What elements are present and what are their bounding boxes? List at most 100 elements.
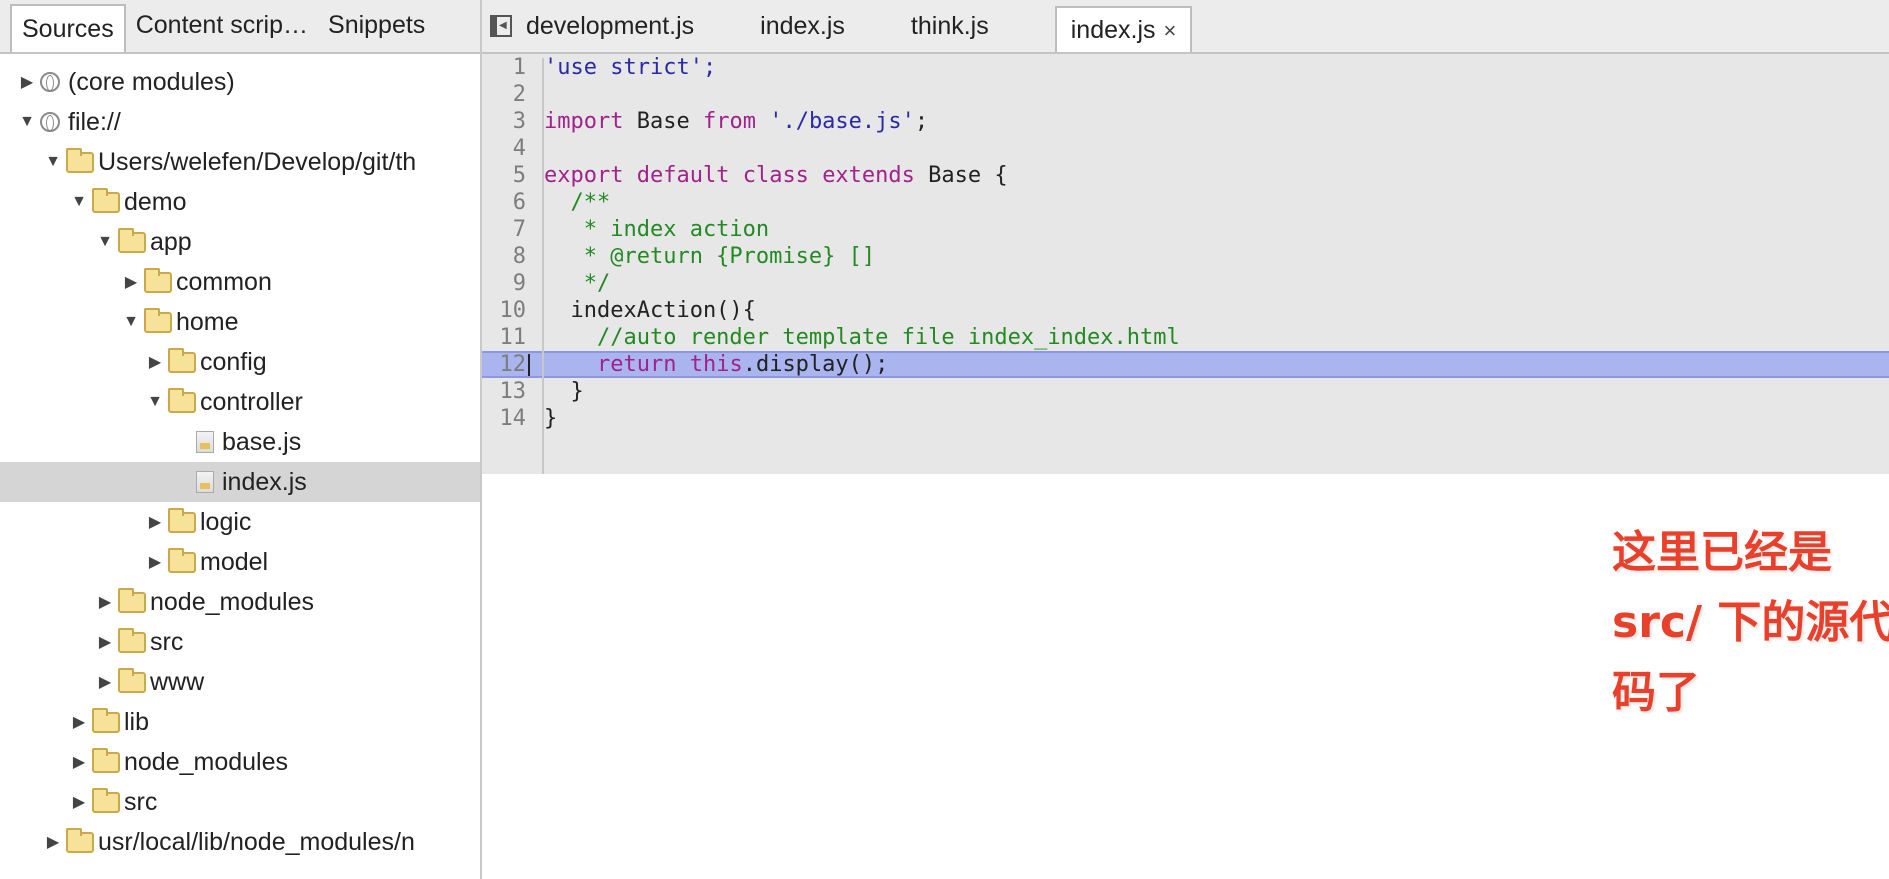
tree-item-label: node_modules <box>124 747 289 776</box>
tree-item-usr-local[interactable]: ▶ usr/local/lib/node_modules/n <box>0 822 480 862</box>
tree-item-src-root[interactable]: ▶ src <box>0 782 480 822</box>
folder-icon <box>168 547 196 573</box>
tab-sources[interactable]: Sources <box>10 4 126 52</box>
collapse-triangle-icon[interactable]: ▼ <box>70 193 88 211</box>
tree-item-common[interactable]: ▶ common <box>0 262 480 302</box>
line-number: 9 <box>512 271 526 296</box>
expand-triangle-icon[interactable]: ▶ <box>70 752 88 772</box>
tree-item-lib[interactable]: ▶ lib <box>0 702 480 742</box>
collapse-triangle-icon[interactable]: ▼ <box>122 313 140 331</box>
annotation-text: 这里已经是 src/ 下的源代 码了 <box>1612 518 1889 728</box>
tree-item-label: file:// <box>68 107 121 136</box>
code-text: return this.display(); <box>596 352 889 377</box>
expand-triangle-icon[interactable]: ▶ <box>70 792 88 812</box>
tab-think-js[interactable]: think.js <box>911 12 1015 41</box>
tree-item-base-js[interactable]: base.js <box>0 422 480 462</box>
code-text: */ <box>544 271 611 296</box>
expand-triangle-icon[interactable]: ▶ <box>96 632 114 652</box>
tree-item-file-root[interactable]: ▼ file:// <box>0 102 480 142</box>
tree-item-users-folder[interactable]: ▼ Users/welefen/Develop/git/th <box>0 142 480 182</box>
tree-item-core-modules[interactable]: ▶ (core modules) <box>0 62 480 102</box>
tree-item-label: base.js <box>222 427 302 456</box>
collapse-triangle-icon[interactable]: ▼ <box>96 233 114 251</box>
expand-triangle-icon[interactable]: ▶ <box>146 552 164 572</box>
expand-triangle-icon[interactable]: ▶ <box>96 672 114 692</box>
folder-icon <box>118 627 146 653</box>
collapse-triangle-icon[interactable]: ▼ <box>18 113 36 131</box>
code-text: 'use strict'; <box>544 55 717 80</box>
line-number: 7 <box>512 217 526 242</box>
expand-triangle-icon[interactable]: ▶ <box>122 272 140 292</box>
collapse-triangle-icon[interactable]: ▼ <box>44 153 62 171</box>
tree-item-home[interactable]: ▼ home <box>0 302 480 342</box>
code-text: * index action <box>544 217 770 242</box>
tree-item-www[interactable]: ▶ www <box>0 662 480 702</box>
expand-triangle-icon[interactable]: ▶ <box>18 72 36 92</box>
tree-item-label: app <box>150 227 192 256</box>
close-tab-icon[interactable]: × <box>1164 18 1177 43</box>
folder-icon <box>168 507 196 533</box>
toggle-navigator-button[interactable]: ◀ <box>490 15 512 37</box>
expand-triangle-icon[interactable]: ▶ <box>44 832 62 852</box>
tree-item-index-js[interactable]: index.js <box>0 462 480 502</box>
code-line: 9 */ <box>482 270 1889 297</box>
code-line: 4 <box>482 135 1889 162</box>
tree-item-label: index.js <box>222 467 307 496</box>
code-line: 1 'use strict'; <box>482 54 1889 81</box>
tree-item-label: Users/welefen/Develop/git/th <box>98 147 417 176</box>
code-text: * @return {Promise} [] <box>544 244 876 269</box>
tree-item-app[interactable]: ▼ app <box>0 222 480 262</box>
tree-item-label: controller <box>200 387 303 416</box>
expand-triangle-icon[interactable]: ▶ <box>96 592 114 612</box>
code-line: 6 /** <box>482 189 1889 216</box>
code-line: 8 * @return {Promise} [] <box>482 243 1889 270</box>
code-line: 14 } <box>482 405 1889 432</box>
code-line: 11 //auto render template file index_ind… <box>482 324 1889 351</box>
navigator-tabs: Sources Content scrip… Snippets <box>0 0 480 54</box>
tree-item-controller[interactable]: ▼ controller <box>0 382 480 422</box>
code-line: 7 * index action <box>482 216 1889 243</box>
tree-item-label: src <box>150 627 184 656</box>
folder-icon <box>144 267 172 293</box>
editor-tabs: ◀ development.js index.js think.js index… <box>482 0 1889 54</box>
tree-item-label: (core modules) <box>68 67 235 96</box>
folder-icon <box>144 307 172 333</box>
tree-item-model[interactable]: ▶ model <box>0 542 480 582</box>
sources-navigator: Sources Content scrip… Snippets ▶ (core … <box>0 0 482 879</box>
expand-triangle-icon[interactable]: ▶ <box>70 712 88 732</box>
tab-index-js-active[interactable]: index.js × <box>1054 6 1193 52</box>
expand-triangle-icon[interactable]: ▶ <box>146 512 164 532</box>
globe-icon <box>40 112 60 132</box>
line-number: 5 <box>512 163 526 188</box>
expand-triangle-icon[interactable]: ▶ <box>146 352 164 372</box>
folder-icon <box>92 707 120 733</box>
line-number: 14 <box>499 406 527 431</box>
code-text: indexAction(){ <box>544 298 756 323</box>
tab-index-js[interactable]: index.js <box>760 12 871 41</box>
line-number: 3 <box>512 109 526 134</box>
tree-item-logic[interactable]: ▶ logic <box>0 502 480 542</box>
code-text: export default class extends Base { <box>544 163 1008 188</box>
folder-icon <box>92 187 120 213</box>
tree-item-label: demo <box>124 187 187 216</box>
tree-item-label: logic <box>200 507 252 536</box>
code-line: 3 import Base from './base.js'; <box>482 108 1889 135</box>
code-area[interactable]: 1 'use strict'; 2 3 import Base from './… <box>482 54 1889 474</box>
code-text: /** <box>544 190 611 215</box>
tree-item-demo[interactable]: ▼ demo <box>0 182 480 222</box>
collapse-triangle-icon[interactable]: ▼ <box>146 393 164 411</box>
gutter-divider <box>542 58 544 476</box>
tree-item-label: common <box>176 267 272 296</box>
source-editor: ◀ development.js index.js think.js index… <box>482 0 1889 879</box>
code-line: 5 export default class extends Base { <box>482 162 1889 189</box>
folder-icon <box>92 747 120 773</box>
tree-item-node-modules-root[interactable]: ▶ node_modules <box>0 742 480 782</box>
tree-item-config[interactable]: ▶ config <box>0 342 480 382</box>
tab-snippets[interactable]: Snippets <box>318 2 435 50</box>
code-text: import Base from './base.js'; <box>544 109 929 134</box>
tree-item-node-modules[interactable]: ▶ node_modules <box>0 582 480 622</box>
tab-development-js[interactable]: development.js <box>526 12 720 41</box>
tree-item-label: lib <box>124 707 150 736</box>
tree-item-src[interactable]: ▶ src <box>0 622 480 662</box>
tab-content-scripts[interactable]: Content scrip… <box>126 2 318 50</box>
